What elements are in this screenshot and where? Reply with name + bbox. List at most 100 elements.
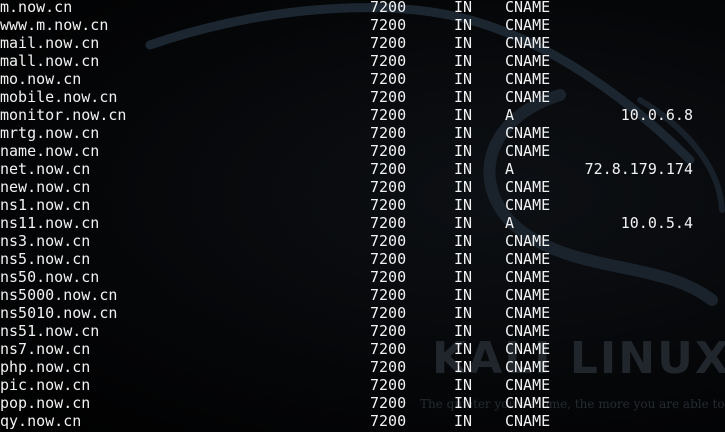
- record-ttl: 7200: [370, 196, 407, 214]
- record-class: IN: [454, 250, 473, 268]
- record-ttl: 7200: [370, 124, 407, 142]
- record-hostname: php.now.cn: [0, 358, 91, 376]
- record-hostname: m.now.cn: [0, 0, 73, 16]
- record-class: IN: [454, 322, 473, 340]
- terminal-output: m.now.cn 7200 IN CNAME www.m.now.cn 7200 IN CNA…: [0, 0, 725, 432]
- dns-record-row: ns50.now.cn 7200 IN CNAME: [0, 268, 725, 286]
- record-class: IN: [454, 142, 473, 160]
- record-ttl: 7200: [370, 34, 407, 52]
- record-hostname: ns7.now.cn: [0, 340, 91, 358]
- dns-record-row: ns5.now.cn 7200 IN CNAME: [0, 250, 725, 268]
- record-ttl: 7200: [370, 142, 407, 160]
- dns-record-row: new.now.cn 7200 IN CNAME: [0, 178, 725, 196]
- record-hostname: ns11.now.cn: [0, 214, 100, 232]
- record-hostname: monitor.now.cn: [0, 106, 127, 124]
- record-ttl: 7200: [370, 322, 407, 340]
- record-class: IN: [454, 52, 473, 70]
- dns-record-row: mo.now.cn 7200 IN CNAME: [0, 70, 725, 88]
- record-hostname: mrtg.now.cn: [0, 124, 100, 142]
- record-hostname: net.now.cn: [0, 160, 91, 178]
- record-hostname: ns5000.now.cn: [0, 286, 118, 304]
- record-class: IN: [454, 70, 473, 88]
- record-type: CNAME: [505, 250, 551, 268]
- dns-record-row: ns3.now.cn 7200 IN CNAME: [0, 232, 725, 250]
- record-class: IN: [454, 232, 473, 250]
- dns-record-row: ns11.now.cn 7200 IN A 10.0.5.4: [0, 214, 725, 232]
- record-ttl: 7200: [370, 16, 407, 34]
- record-hostname: name.now.cn: [0, 142, 100, 160]
- record-ttl: 7200: [370, 160, 407, 178]
- dns-record-row: pop.now.cn 7200 IN CNAME: [0, 394, 725, 412]
- record-hostname: qy.now.cn: [0, 412, 82, 430]
- record-hostname: ns1.now.cn: [0, 196, 91, 214]
- dns-record-row: net.now.cn 7200 IN A 72.8.179.174: [0, 160, 725, 178]
- record-type: A: [505, 214, 515, 232]
- record-class: IN: [454, 16, 473, 34]
- record-class: IN: [454, 376, 473, 394]
- record-type: CNAME: [505, 178, 551, 196]
- record-class: IN: [454, 412, 473, 430]
- record-type: CNAME: [505, 376, 551, 394]
- record-type: CNAME: [505, 358, 551, 376]
- record-ttl: 7200: [370, 358, 407, 376]
- record-type: CNAME: [505, 34, 551, 52]
- record-ttl: 7200: [370, 106, 407, 124]
- record-ttl: 7200: [370, 214, 407, 232]
- record-ttl: 7200: [370, 286, 407, 304]
- record-type: CNAME: [505, 142, 551, 160]
- dns-record-row: ns7.now.cn 7200 IN CNAME: [0, 340, 725, 358]
- record-ttl: 7200: [370, 52, 407, 70]
- dns-record-row: m.now.cn 7200 IN CNAME: [0, 0, 725, 16]
- record-ttl: 7200: [370, 340, 407, 358]
- record-hostname: mobile.now.cn: [0, 88, 118, 106]
- record-type: CNAME: [505, 394, 551, 412]
- dns-record-row: www.m.now.cn 7200 IN CNAME: [0, 16, 725, 34]
- record-class: IN: [454, 358, 473, 376]
- dns-record-row: ns1.now.cn 7200 IN CNAME: [0, 196, 725, 214]
- record-type: CNAME: [505, 304, 551, 322]
- record-type: CNAME: [505, 340, 551, 358]
- record-class: IN: [454, 196, 473, 214]
- record-type: A: [505, 160, 515, 178]
- dns-record-row: mall.now.cn 7200 IN CNAME: [0, 52, 725, 70]
- record-ttl: 7200: [370, 394, 407, 412]
- dns-record-row: php.now.cn 7200 IN CNAME: [0, 358, 725, 376]
- record-hostname: mail.now.cn: [0, 34, 100, 52]
- record-hostname: pic.now.cn: [0, 376, 91, 394]
- record-type: CNAME: [505, 196, 551, 214]
- record-ttl: 7200: [370, 268, 407, 286]
- record-ttl: 7200: [370, 412, 407, 430]
- dns-record-row: ns5010.now.cn 7200 IN CNAME: [0, 304, 725, 322]
- record-hostname: ns5010.now.cn: [0, 304, 118, 322]
- record-type: A: [505, 106, 515, 124]
- record-type: CNAME: [505, 268, 551, 286]
- dns-record-row: name.now.cn 7200 IN CNAME: [0, 142, 725, 160]
- record-type: CNAME: [505, 16, 551, 34]
- record-class: IN: [454, 160, 473, 178]
- record-ttl: 7200: [370, 178, 407, 196]
- record-type: CNAME: [505, 88, 551, 106]
- record-ttl: 7200: [370, 70, 407, 88]
- record-class: IN: [454, 0, 473, 16]
- record-class: IN: [454, 394, 473, 412]
- dns-record-row: qy.now.cn 7200 IN CNAME: [0, 412, 725, 430]
- record-class: IN: [454, 124, 473, 142]
- record-type: CNAME: [505, 70, 551, 88]
- record-ttl: 7200: [370, 232, 407, 250]
- record-type: CNAME: [505, 232, 551, 250]
- record-value: 10.0.6.8: [620, 106, 693, 124]
- record-hostname: ns50.now.cn: [0, 268, 100, 286]
- record-type: CNAME: [505, 52, 551, 70]
- record-class: IN: [454, 286, 473, 304]
- record-ttl: 7200: [370, 376, 407, 394]
- record-type: CNAME: [505, 412, 551, 430]
- dns-record-row: monitor.now.cn 7200 IN A 10.0.6.8: [0, 106, 725, 124]
- record-ttl: 7200: [370, 88, 407, 106]
- record-class: IN: [454, 214, 473, 232]
- record-type: CNAME: [505, 124, 551, 142]
- record-hostname: new.now.cn: [0, 178, 91, 196]
- record-class: IN: [454, 268, 473, 286]
- record-hostname: pop.now.cn: [0, 394, 91, 412]
- record-class: IN: [454, 106, 473, 124]
- record-hostname: www.m.now.cn: [0, 16, 109, 34]
